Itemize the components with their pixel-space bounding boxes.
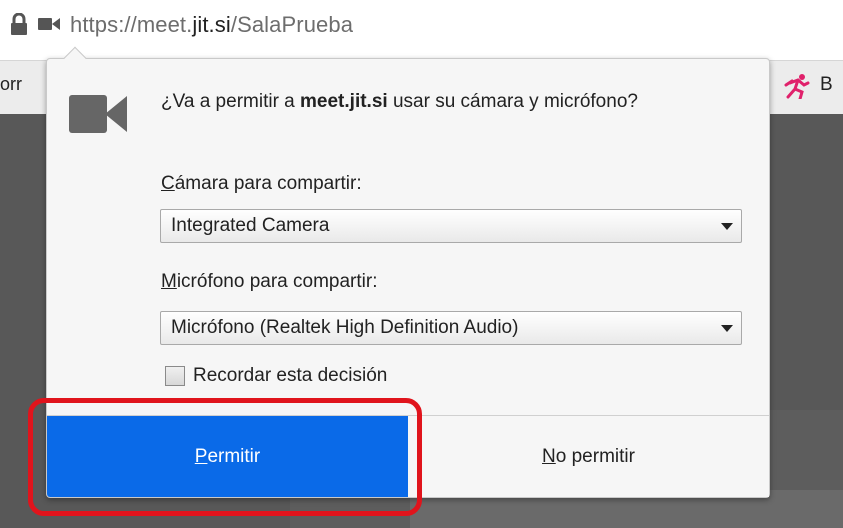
- camera-select-label: Cámara para compartir:: [161, 173, 362, 194]
- url-text[interactable]: https://meet.jit.si/SalaPrueba: [70, 12, 353, 38]
- lock-icon: [11, 13, 27, 35]
- permission-question: ¿Va a permitir a meet.jit.si usar su cám…: [161, 91, 638, 112]
- camera-select[interactable]: Integrated Camera: [160, 209, 742, 243]
- microphone-select-label: Micrófono para compartir:: [161, 271, 378, 292]
- microphone-select-value: Micrófono (Realtek High Definition Audio…: [171, 317, 519, 338]
- remember-checkbox[interactable]: [165, 366, 185, 386]
- microphone-select[interactable]: Micrófono (Realtek High Definition Audio…: [160, 311, 742, 345]
- dropdown-arrow-icon: [721, 325, 733, 332]
- dropdown-arrow-icon: [721, 223, 733, 230]
- deny-button[interactable]: No permitir: [408, 416, 769, 497]
- background-tab-text: orr: [0, 74, 22, 94]
- remember-decision[interactable]: Recordar esta decisión: [165, 365, 387, 387]
- camera-select-value: Integrated Camera: [171, 215, 330, 236]
- url-bar[interactable]: https://meet.jit.si/SalaPrueba: [0, 0, 843, 56]
- camera-icon[interactable]: [38, 16, 60, 32]
- highlight-annotation: [28, 398, 422, 516]
- camera-icon: [69, 95, 127, 133]
- background-bookmark-text: B: [820, 74, 833, 95]
- remember-label[interactable]: Recordar esta decisión: [193, 365, 387, 387]
- runner-icon: [784, 74, 810, 99]
